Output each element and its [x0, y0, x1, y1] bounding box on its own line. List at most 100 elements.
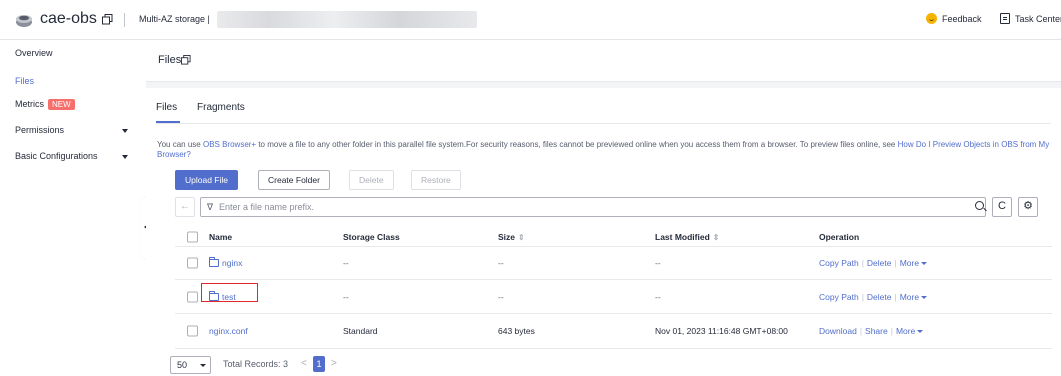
sidebar: Overview Files Metrics NEW Permissions Ba…	[0, 40, 146, 376]
row-last-modified: Nov 01, 2023 11:16:48 GMT+08:00	[655, 326, 788, 336]
chevron-down-icon	[921, 262, 928, 265]
more-dropdown[interactable]: More	[899, 291, 928, 302]
row-storage-class: --	[343, 258, 349, 268]
more-label: More	[899, 291, 920, 302]
sidebar-item-files[interactable]: Files	[15, 76, 34, 86]
sidebar-item-overview[interactable]: Overview	[15, 48, 53, 58]
redacted-area	[217, 11, 477, 28]
search-icon[interactable]	[975, 201, 984, 210]
chevron-down-icon	[921, 295, 928, 299]
share-link[interactable]: Share	[865, 326, 888, 336]
search-input[interactable]	[219, 200, 959, 214]
folder-link[interactable]: nginx	[209, 257, 243, 268]
smile-icon	[926, 13, 937, 24]
create-folder-button[interactable]: Create Folder	[258, 170, 330, 190]
top-bar: cae-obs Multi-AZ storage | Feedback Task…	[0, 0, 1061, 40]
row-size: --	[498, 258, 504, 268]
select-all-checkbox[interactable]	[187, 231, 198, 242]
task-icon	[1000, 13, 1010, 24]
row-operations: Download | Share | More	[819, 326, 924, 336]
delete-link[interactable]: Delete	[867, 258, 892, 268]
copy-path-link[interactable]: Copy Path	[819, 258, 859, 268]
more-dropdown[interactable]: More	[895, 326, 924, 336]
row-name: nginx	[222, 258, 243, 268]
delete-link[interactable]: Delete	[867, 292, 892, 302]
folder-icon	[209, 257, 219, 267]
col-size[interactable]: Size ⇕	[498, 232, 525, 242]
col-name: Name	[209, 231, 233, 242]
file-link[interactable]: nginx.conf	[209, 326, 248, 336]
info-middle: to move a file to any other folder in th…	[256, 140, 898, 149]
files-card: Files Fragments You can use OBS Browser+…	[146, 88, 1061, 376]
bucket-logo-icon	[16, 15, 32, 27]
active-tab-indicator	[156, 121, 180, 123]
feedback-link[interactable]: Feedback	[926, 13, 982, 24]
page-size-select[interactable]: 50	[170, 356, 211, 374]
sidebar-item-basic-configurations[interactable]: Basic Configurations	[15, 151, 98, 161]
row-size: --	[498, 291, 504, 302]
current-page-button[interactable]: 1	[313, 356, 325, 372]
chevron-down-icon[interactable]	[122, 129, 128, 133]
table-row: test -- -- -- Copy Path | Delete | More	[175, 280, 1052, 314]
col-last-modified-label: Last Modified	[655, 231, 710, 242]
chevron-down-icon[interactable]	[122, 155, 128, 159]
row-checkbox[interactable]	[187, 257, 198, 269]
copy-icon[interactable]	[181, 55, 191, 65]
tab-fragments[interactable]: Fragments	[197, 102, 245, 113]
col-operation: Operation	[819, 231, 860, 242]
sort-icon[interactable]: ⇕	[518, 233, 525, 242]
task-center-link[interactable]: Task Center	[1000, 13, 1061, 24]
divider	[124, 13, 125, 27]
sidebar-item-permissions[interactable]: Permissions	[15, 125, 64, 135]
bucket-name: cae-obs	[40, 10, 97, 27]
copy-icon[interactable]	[102, 14, 113, 25]
tab-divider	[156, 123, 1051, 124]
copy-path-link[interactable]: Copy Path	[819, 292, 859, 302]
tab-files[interactable]: Files	[156, 102, 177, 113]
row-last-modified: --	[655, 258, 661, 268]
feedback-label: Feedback	[942, 13, 982, 24]
chevron-down-icon	[917, 330, 924, 333]
row-operations: Copy Path | Delete | More	[819, 258, 928, 268]
back-arrow-icon[interactable]: ←	[175, 197, 195, 217]
page-title: Files	[158, 54, 182, 66]
delete-button[interactable]: Delete	[349, 170, 394, 190]
breadcrumb: Multi-AZ storage |	[139, 14, 210, 24]
more-dropdown[interactable]: More	[899, 258, 928, 268]
more-label: More	[899, 258, 920, 268]
row-size: 643 bytes	[498, 326, 535, 336]
download-link[interactable]: Download	[819, 326, 857, 336]
table-header: Name Storage Class Size ⇕ Last Modified ⇕ …	[175, 227, 1052, 247]
table-row: nginx.conf Standard 643 bytes Nov 01, 20…	[175, 314, 1052, 349]
row-last-modified: --	[655, 291, 661, 302]
sort-icon[interactable]: ⇕	[713, 233, 720, 242]
settings-icon[interactable]: ⚙	[1018, 197, 1038, 217]
sidebar-item-label: Metrics	[15, 99, 44, 109]
task-center-label: Task Center	[1015, 13, 1061, 24]
restore-button[interactable]: Restore	[411, 170, 461, 190]
total-records: Total Records: 3	[223, 359, 289, 369]
row-checkbox[interactable]	[187, 325, 198, 337]
row-storage-class: Standard	[343, 326, 378, 336]
highlight-box	[201, 283, 258, 302]
sidebar-item-metrics[interactable]: Metrics NEW	[15, 99, 75, 110]
col-size-label: Size	[498, 231, 516, 242]
next-page-button[interactable]: >	[331, 358, 337, 369]
col-last-modified[interactable]: Last Modified ⇕	[655, 232, 719, 242]
upload-file-button[interactable]: Upload File	[175, 170, 238, 190]
filter-icon: ∇	[207, 202, 214, 212]
row-checkbox[interactable]	[187, 291, 198, 302]
row-storage-class: --	[343, 291, 349, 302]
new-badge: NEW	[48, 99, 75, 110]
info-text: You can use OBS Browser+ to move a file …	[157, 140, 1052, 160]
prev-page-button[interactable]: <	[301, 358, 307, 369]
col-storage-class: Storage Class	[343, 231, 400, 242]
search-box: ∇	[200, 197, 986, 217]
info-prefix: You can use	[157, 140, 203, 149]
more-label: More	[895, 326, 916, 336]
refresh-icon[interactable]: C	[992, 197, 1012, 217]
table-row: nginx -- -- -- Copy Path | Delete | More	[175, 247, 1052, 280]
row-operations: Copy Path | Delete | More	[819, 291, 928, 302]
obs-browser-link[interactable]: OBS Browser+	[203, 140, 256, 149]
page-header: Files	[146, 40, 1061, 82]
